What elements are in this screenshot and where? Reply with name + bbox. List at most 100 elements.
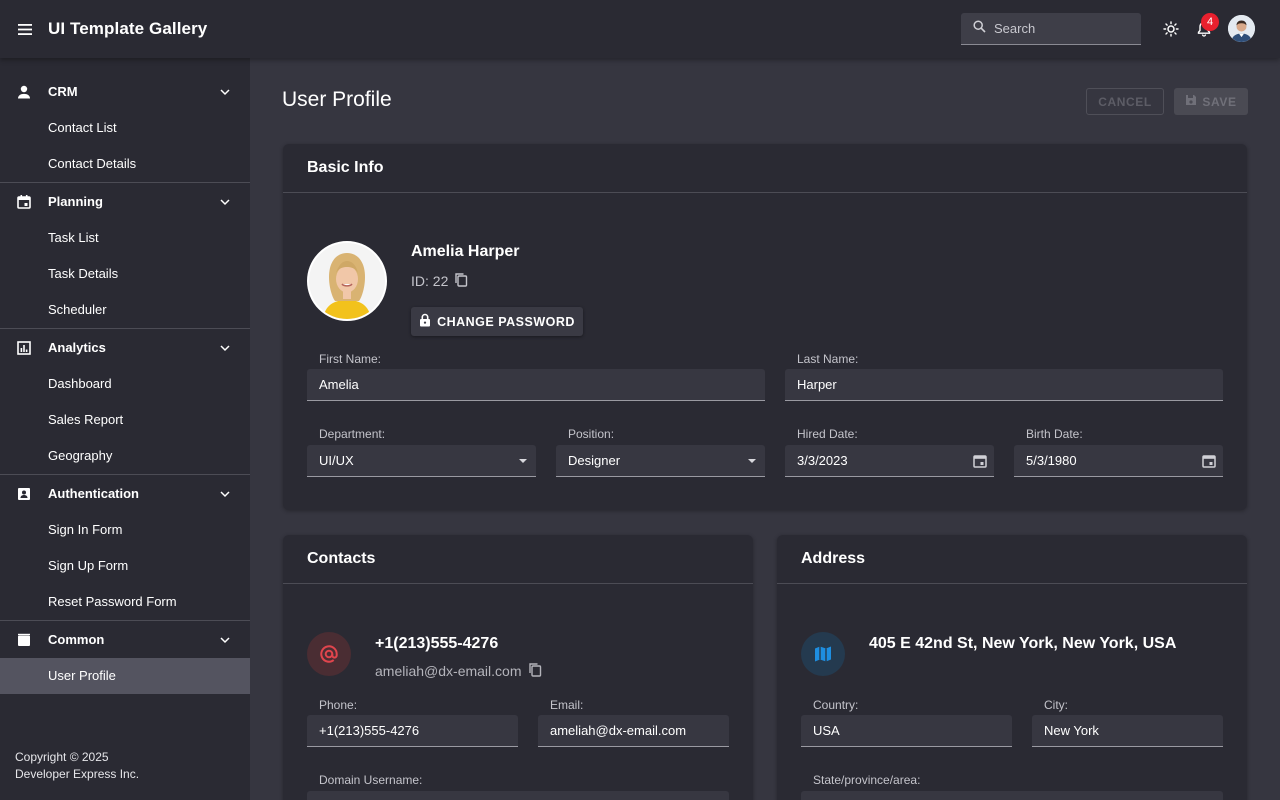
sidebar-item-dashboard[interactable]: Dashboard [0, 366, 250, 402]
map-icon [801, 632, 845, 676]
hired-date-label: Hired Date: [797, 427, 858, 441]
birth-date-field[interactable]: 5/3/1980 [1014, 445, 1223, 477]
sidebar-item-task-list[interactable]: Task List [0, 220, 250, 256]
hired-date-field[interactable]: 3/3/2023 [785, 445, 994, 477]
sidebar-item-user-profile[interactable]: User Profile [0, 658, 250, 694]
sidebar-group-label: CRM [48, 84, 78, 99]
hired-date-value: 3/3/2023 [797, 453, 848, 468]
address-card: Address 405 E 42nd St, New York, New Yor… [777, 535, 1247, 800]
sidebar-item-task-details[interactable]: Task Details [0, 256, 250, 292]
department-select[interactable]: UI/UX [307, 445, 536, 477]
phone-field[interactable]: +1(213)555-4276 [307, 715, 518, 747]
basic-info-card: Basic Info Amelia Harper ID: 22 CHANGE P… [283, 144, 1247, 510]
sidebar-group-authentication: Authentication Sign In Form Sign Up Form… [0, 475, 250, 621]
profile-name: Amelia Harper [411, 243, 520, 260]
card-title: Basic Info [307, 159, 384, 176]
sidebar-group-crm-header[interactable]: CRM [0, 73, 250, 110]
calendar-icon [16, 194, 32, 210]
id-badge-icon [16, 486, 32, 502]
cancel-button[interactable]: CANCEL [1086, 88, 1164, 115]
company-name: Developer Express Inc. [15, 767, 140, 781]
sidebar-group-authentication-header[interactable]: Authentication [0, 475, 250, 512]
email-at-icon [307, 632, 351, 676]
address-full-display: 405 E 42nd St, New York, New York, USA [869, 635, 1177, 652]
domain-username-field[interactable] [307, 791, 729, 800]
phone-value: +1(213)555-4276 [319, 723, 420, 738]
card-divider [777, 583, 1247, 584]
profile-id-text: ID: 22 [411, 273, 449, 289]
department-value: UI/UX [319, 453, 354, 468]
position-select[interactable]: Designer [556, 445, 765, 477]
save-button[interactable]: SAVE [1174, 88, 1248, 115]
sidebar-group-crm: CRM Contact List Contact Details [0, 73, 250, 183]
country-field[interactable]: USA [801, 715, 1012, 747]
email-value: ameliah@dx-email.com [550, 723, 687, 738]
birth-date-label: Birth Date: [1026, 427, 1083, 441]
sidebar-group-common: Common User Profile [0, 621, 250, 694]
sidebar-item-geography[interactable]: Geography [0, 438, 250, 474]
sidebar-group-label: Analytics [48, 340, 106, 355]
chevron-down-icon [218, 85, 232, 99]
sidebar-item-scheduler[interactable]: Scheduler [0, 292, 250, 328]
save-label: SAVE [1202, 94, 1237, 109]
card-divider [283, 192, 1247, 193]
sidebar: CRM Contact List Contact Details Plannin… [0, 58, 250, 800]
copy-icon[interactable] [454, 272, 468, 290]
theme-toggle-icon[interactable] [1161, 19, 1181, 39]
dropdown-arrow-icon [519, 459, 527, 463]
first-name-value: Amelia [319, 377, 359, 392]
chevron-down-icon [218, 341, 232, 355]
sidebar-group-planning-header[interactable]: Planning [0, 183, 250, 220]
card-divider [283, 583, 753, 584]
copyright-line: Copyright © 2025 [15, 750, 109, 764]
top-header: UI Template Gallery 4 [0, 0, 1280, 58]
city-value: New York [1044, 723, 1099, 738]
hamburger-menu-icon[interactable] [15, 19, 35, 39]
chart-icon [16, 340, 32, 356]
sidebar-item-sign-up-form[interactable]: Sign Up Form [0, 548, 250, 584]
email-field[interactable]: ameliah@dx-email.com [538, 715, 729, 747]
contact-email-display: ameliah@dx-email.com [375, 663, 522, 679]
first-name-field[interactable]: Amelia [307, 369, 765, 401]
sidebar-item-contact-details[interactable]: Contact Details [0, 146, 250, 182]
sidebar-group-planning: Planning Task List Task Details Schedule… [0, 183, 250, 329]
last-name-field[interactable]: Harper [785, 369, 1223, 401]
domain-username-label: Domain Username: [319, 773, 423, 787]
chevron-down-icon [218, 487, 232, 501]
profile-photo [307, 241, 387, 321]
calendar-icon[interactable] [1201, 453, 1217, 469]
sidebar-item-contact-list[interactable]: Contact List [0, 110, 250, 146]
calendar-icon[interactable] [972, 453, 988, 469]
search-icon [973, 19, 986, 38]
profile-id: ID: 22 [411, 272, 468, 290]
sidebar-item-sales-report[interactable]: Sales Report [0, 402, 250, 438]
app-title: UI Template Gallery [48, 19, 208, 38]
state-label: State/province/area: [813, 773, 921, 787]
sidebar-group-analytics: Analytics Dashboard Sales Report Geograp… [0, 329, 250, 475]
country-value: USA [813, 723, 840, 738]
dropdown-arrow-icon [748, 459, 756, 463]
birth-date-value: 5/3/1980 [1026, 453, 1077, 468]
phone-label: Phone: [319, 698, 358, 712]
user-avatar[interactable] [1228, 15, 1255, 42]
sidebar-group-analytics-header[interactable]: Analytics [0, 329, 250, 366]
change-password-button[interactable]: CHANGE PASSWORD [411, 307, 583, 336]
search-input[interactable] [994, 21, 1134, 36]
city-field[interactable]: New York [1032, 715, 1223, 747]
contacts-card: Contacts +1(213)555-4276 ameliah@dx-emai… [283, 535, 753, 800]
position-value: Designer [568, 453, 621, 468]
sidebar-group-label: Planning [48, 194, 103, 209]
state-field[interactable] [801, 791, 1223, 800]
chevron-down-icon [218, 195, 232, 209]
copy-icon[interactable] [528, 662, 542, 680]
sidebar-group-common-header[interactable]: Common [0, 621, 250, 658]
folder-icon [16, 632, 32, 648]
save-icon [1185, 94, 1197, 109]
card-title: Contacts [307, 550, 376, 567]
sidebar-group-label: Authentication [48, 486, 139, 501]
copyright: Copyright © 2025 Developer Express Inc. [15, 749, 139, 783]
search-box[interactable] [961, 13, 1141, 45]
sidebar-group-label: Common [48, 632, 105, 647]
sidebar-item-sign-in-form[interactable]: Sign In Form [0, 512, 250, 548]
sidebar-item-reset-password-form[interactable]: Reset Password Form [0, 584, 250, 620]
